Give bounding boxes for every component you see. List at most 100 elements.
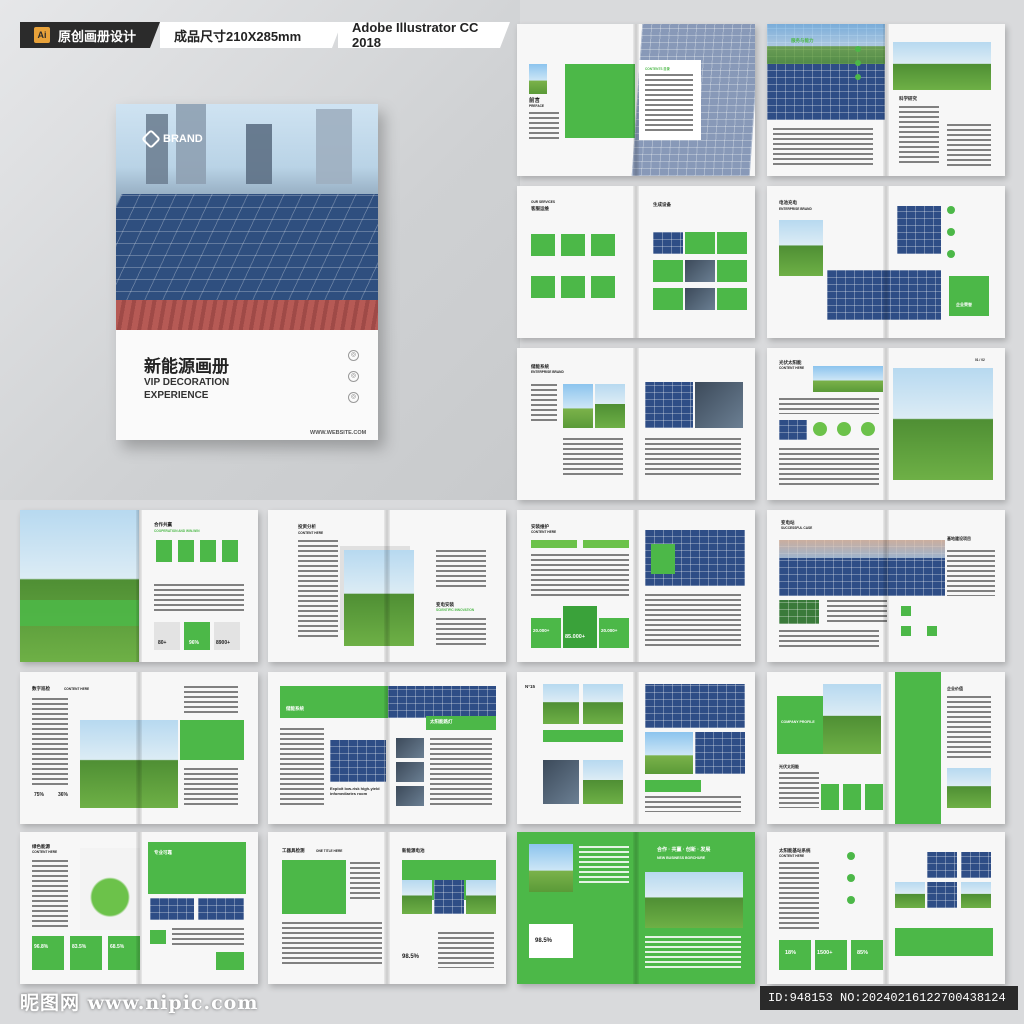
brochure-cover: BRAND 新能源画册 VIP DECORATION EXPERIENCE ◎ … xyxy=(116,104,378,440)
sky-photo xyxy=(767,24,885,64)
icon-tile xyxy=(178,540,194,562)
stat-card-main xyxy=(563,606,597,648)
green-card xyxy=(777,696,823,754)
dot-icon xyxy=(855,46,861,52)
cover-subtitle: VIP DECORATION EXPERIENCE xyxy=(144,376,229,402)
spread-title: 投资分析 xyxy=(298,524,316,529)
spread-subtitle: CONTENT HERE xyxy=(32,850,58,854)
dot-icon xyxy=(855,74,861,80)
spread-subtitle: ENTERPRISE BRAND xyxy=(531,370,564,374)
spread-subtitle: CONTENT HERE xyxy=(779,366,805,370)
spread-battery: 电池充电 ENTERPRISE BRAND 企业荣誉 xyxy=(767,186,1005,338)
green-card xyxy=(653,288,683,310)
spread-no15: N°15 xyxy=(517,672,755,824)
right-title: 基地建设项目 xyxy=(947,536,971,541)
dot-icon xyxy=(947,250,955,258)
green-header xyxy=(280,686,388,718)
dot-icon xyxy=(847,852,855,860)
equipment-photo xyxy=(685,260,715,282)
text-lines xyxy=(779,448,879,488)
icon-square xyxy=(901,626,911,636)
text-lines xyxy=(531,554,629,598)
spread-subtitle: CONTENT HERE xyxy=(64,687,90,691)
spread-solar-base-station: 太阳能基站系统 CONTENT HERE 18% 1500+ 85% xyxy=(767,832,1005,984)
tech-label: 科学研究 xyxy=(899,96,917,101)
green-tile xyxy=(865,784,883,810)
spread-subtitle: CONTENT HERE xyxy=(531,530,557,534)
solar-photo xyxy=(645,382,693,428)
spread-green-energy: 绿色能源 CONTENT HERE 96.8% 83.5% 68.5% 专业可靠 xyxy=(20,832,258,984)
spread-storage: 储能系统 ENTERPRISE BRAND xyxy=(517,348,755,500)
text-lines xyxy=(947,124,991,166)
spread-subtitle: OUR SERVICES xyxy=(531,200,556,204)
text-lines xyxy=(645,594,741,648)
text-lines xyxy=(430,738,492,808)
dot-icon xyxy=(847,874,855,882)
green-bar xyxy=(531,540,577,548)
text-lines xyxy=(779,862,819,930)
wind-turbine-photo xyxy=(779,220,823,276)
spread-title: 服务与能力 xyxy=(791,38,814,43)
wind-farm-photo xyxy=(893,42,991,90)
solar-photo xyxy=(529,844,573,892)
text-lines xyxy=(773,128,873,168)
cover-title: 新能源画册 xyxy=(144,357,229,376)
note-text: Exploit low-risk high-yield infomediarie… xyxy=(330,786,380,796)
turbine-photo xyxy=(823,684,881,754)
service-tile xyxy=(591,276,615,298)
dot-icon xyxy=(947,228,955,236)
worker-photo xyxy=(529,64,547,94)
spread-installation: 安装维护 CONTENT HERE 20.000+ 85.000+ 20.000… xyxy=(517,510,755,662)
stat-value-1: 20.000+ xyxy=(533,628,550,633)
stat-card xyxy=(108,936,140,970)
circle-icon: ◎ xyxy=(348,392,359,403)
text-lines xyxy=(436,550,486,590)
spread-subtitle: ENTERPRISE BRAND xyxy=(779,207,812,211)
tag-software-label: Adobe Illustrator CC 2018 xyxy=(352,20,479,50)
solar-thumb xyxy=(961,852,991,878)
dot-icon xyxy=(847,896,855,904)
worker-photo xyxy=(543,760,579,804)
solar-thumb xyxy=(927,882,957,908)
circle-icon: ◎ xyxy=(348,371,359,382)
brand-logo-icon xyxy=(141,129,161,149)
spread-title: 客服运维 xyxy=(531,206,549,211)
spread-title: COMPANY PROFILE xyxy=(781,720,815,724)
equipment-photo xyxy=(685,288,715,310)
spread-title: 数字巡检 xyxy=(32,686,50,691)
green-bar xyxy=(543,730,623,742)
text-lines xyxy=(947,550,995,596)
green-tile xyxy=(821,784,839,810)
text-lines xyxy=(531,384,557,424)
engineer-photo xyxy=(827,270,941,320)
text-lines xyxy=(438,932,494,968)
cover-subtitle-line2: EXPERIENCE xyxy=(144,390,209,401)
green-bar xyxy=(583,540,629,548)
stat-value-1: 80+ xyxy=(158,640,167,646)
green-card xyxy=(653,260,683,282)
text-lines xyxy=(184,686,238,714)
illustrator-icon: Ai xyxy=(34,27,50,43)
page-number: 01 / 02 xyxy=(975,358,985,362)
spread-subtitle: ONE TITLE HERE xyxy=(316,849,343,853)
green-band xyxy=(20,600,139,626)
spread-subtitle: COOPERATION AND WIN-WIN xyxy=(154,529,200,533)
house-photo xyxy=(543,684,579,724)
green-card xyxy=(717,232,747,254)
field-thumb xyxy=(895,882,925,908)
thumb-photo xyxy=(396,762,424,782)
solar-photo xyxy=(150,898,194,920)
text-lines xyxy=(645,796,741,812)
dot-icon xyxy=(947,206,955,214)
spread-customer-service: OUR SERVICES 客服运维 生成设备 xyxy=(517,186,755,338)
text-lines xyxy=(298,540,338,640)
text-lines xyxy=(579,846,629,886)
icon-square xyxy=(216,952,244,970)
icon-square xyxy=(927,626,937,636)
icon-tile xyxy=(222,540,238,562)
forest-solar-photo xyxy=(645,872,743,928)
solar-photo xyxy=(388,686,496,718)
tag-original-design-label: 原创画册设计 xyxy=(58,28,137,44)
text-lines xyxy=(436,618,486,648)
wind-solar-photo xyxy=(893,368,993,480)
